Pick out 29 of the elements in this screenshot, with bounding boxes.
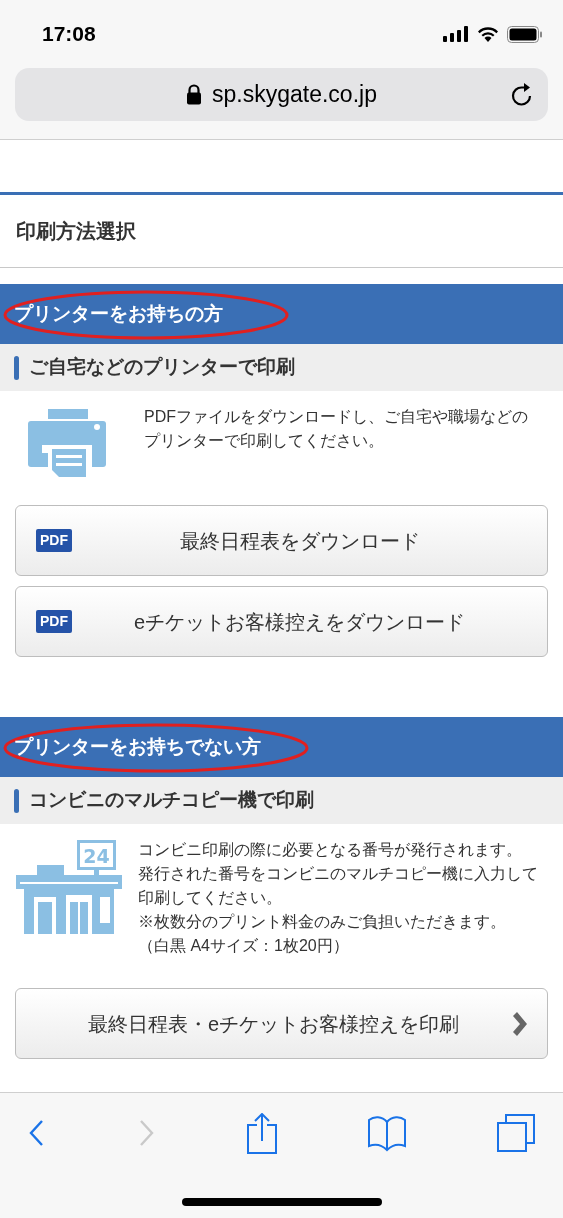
- description-text: 発行された番号をコンビニのマルチコピー機に入力して印刷してください。: [138, 864, 539, 908]
- subsection-header: コンビニのマルチコピー機で印刷: [0, 777, 563, 824]
- lock-icon: [186, 84, 203, 105]
- battery-icon: [507, 25, 543, 43]
- share-icon[interactable]: [246, 1112, 277, 1154]
- chevron-right-icon: [511, 1011, 527, 1036]
- description-text: （白黒 A4サイズ：1枚20円）: [138, 936, 350, 956]
- tabs-icon[interactable]: [497, 1114, 535, 1152]
- reload-icon[interactable]: [510, 81, 534, 108]
- printer-icon: [28, 409, 106, 479]
- download-button[interactable]: PDF 最終日程表をダウンロード: [15, 505, 548, 576]
- address-bar[interactable]: sp.skygate.co.jp: [15, 68, 548, 121]
- url-text: sp.skygate.co.jp: [212, 80, 377, 110]
- pdf-badge: PDF: [36, 610, 72, 633]
- page-title: 印刷方法選択: [16, 219, 136, 244]
- description-text: コンビニ印刷の際に必要となる番号が発行されます。: [138, 840, 523, 860]
- back-icon[interactable]: [28, 1119, 46, 1147]
- subsection-header: ご自宅などのプリンターで印刷: [0, 344, 563, 391]
- description-text: ※枚数分のプリント料金のみご負担いただきます。: [138, 912, 507, 932]
- status-time: 17:08: [42, 21, 96, 48]
- section-header: プリンターをお持ちの方: [0, 284, 563, 344]
- description-text: PDFファイルをダウンロードし、ご自宅や職場などのプリンターで印刷してください。: [144, 407, 529, 451]
- download-button[interactable]: PDF eチケットお客様控えをダウンロード: [15, 586, 548, 657]
- pdf-badge: PDF: [36, 529, 72, 552]
- book-icon[interactable]: [367, 1114, 406, 1152]
- download-button[interactable]: 最終日程表・eチケットお客様控えを印刷: [15, 988, 548, 1059]
- wifi-icon: [477, 26, 499, 42]
- section-header: プリンターをお持ちでない方: [0, 717, 563, 777]
- signal-icon: [443, 26, 469, 42]
